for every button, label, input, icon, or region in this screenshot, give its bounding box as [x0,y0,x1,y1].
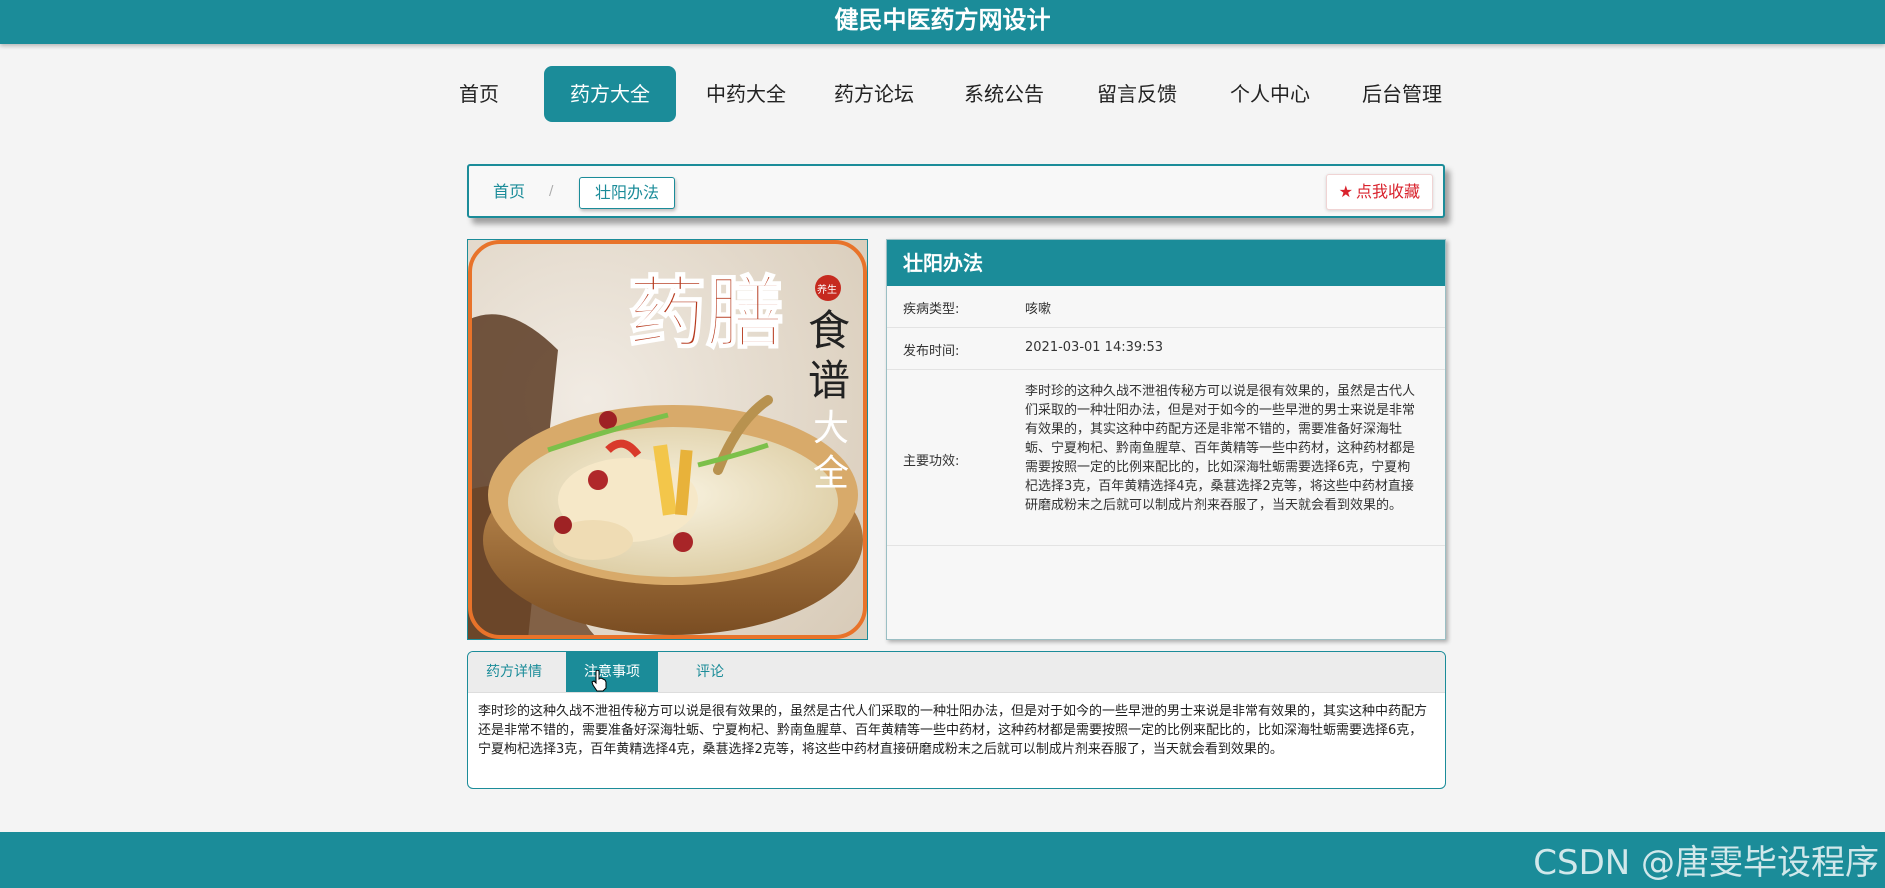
recipe-image-illustration: 药膳 养生 食 谱 大 全 [468,240,867,639]
site-header: 健民中医药方网设计 [0,0,1885,44]
recipe-title: 壮阳办法 [887,240,1445,286]
breadcrumb-home[interactable]: 首页 [493,177,525,207]
breadcrumb-current[interactable]: 壮阳办法 [579,177,676,209]
pointer-cursor-icon [591,670,607,692]
tab-comments[interactable]: 评论 [664,652,756,692]
detail-label: 疾病类型: [903,302,960,317]
tab-bar: 药方详情 注意事项 评论 [468,652,1445,693]
detail-row-effect: 主要功效: 李时珍的这种久战不泄祖传秘方可以说是很有效果的，虽然是古代人们采取的… [887,370,1445,546]
image-title-side-3: 大 [813,408,849,449]
nav-item-forum[interactable]: 药方论坛 [832,66,916,122]
image-title-side-4: 全 [813,453,849,494]
nav-item-home[interactable]: 首页 [452,66,506,122]
nav-item-admin[interactable]: 后台管理 [1360,66,1444,122]
site-title: 健民中医药方网设计 [834,6,1051,34]
detail-value: 李时珍的这种久战不泄祖传秘方可以说是很有效果的，虽然是古代人们采取的一种壮阳办法… [1025,384,1416,513]
watermark: CSDN @唐雯毕设程序 [1533,843,1879,883]
detail-row-disease: 疾病类型: 咳嗽 [887,286,1445,328]
tab-recipe-detail[interactable]: 药方详情 [468,652,560,692]
image-title-big: 药膳 [628,268,784,359]
nav-item-profile[interactable]: 个人中心 [1228,66,1312,122]
tab-notes[interactable]: 注意事项 [566,652,658,692]
tab-content: 李时珍的这种久战不泄祖传秘方可以说是很有效果的，虽然是古代人们采取的一种壮阳办法… [478,704,1428,757]
detail-value: 咳嗽 [1025,302,1052,317]
detail-label: 发布时间: [903,344,960,359]
recipe-detail-panel: 壮阳办法 疾病类型: 咳嗽 发布时间: 2021-03-01 14:39:53 … [886,239,1446,640]
star-icon: ★ [1338,182,1353,201]
nav-item-announcements[interactable]: 系统公告 [962,66,1046,122]
nav-item-feedback[interactable]: 留言反馈 [1095,66,1179,122]
detail-value: 2021-03-01 14:39:53 [1025,340,1164,355]
favorite-label: 点我收藏 [1355,182,1420,201]
breadcrumb-separator: / [549,184,554,199]
image-title-side-2: 谱 [808,356,850,405]
detail-label: 主要功效: [903,454,960,469]
nav-item-herbs[interactable]: 中药大全 [704,66,788,122]
recipe-image: 药膳 养生 食 谱 大 全 [467,239,868,640]
nav-item-prescriptions[interactable]: 药方大全 [544,66,676,122]
breadcrumb: 首页 / 壮阳办法 ★ 点我收藏 [467,164,1445,218]
image-title-side-1: 食 [808,306,850,355]
detail-row-publish-time: 发布时间: 2021-03-01 14:39:53 [887,328,1445,370]
favorite-button[interactable]: ★ 点我收藏 [1325,174,1433,210]
image-title-badge: 养生 [817,283,837,296]
recipe-tabs: 药方详情 注意事项 评论 李时珍的这种久战不泄祖传秘方可以说是很有效果的，虽然是… [467,651,1446,789]
